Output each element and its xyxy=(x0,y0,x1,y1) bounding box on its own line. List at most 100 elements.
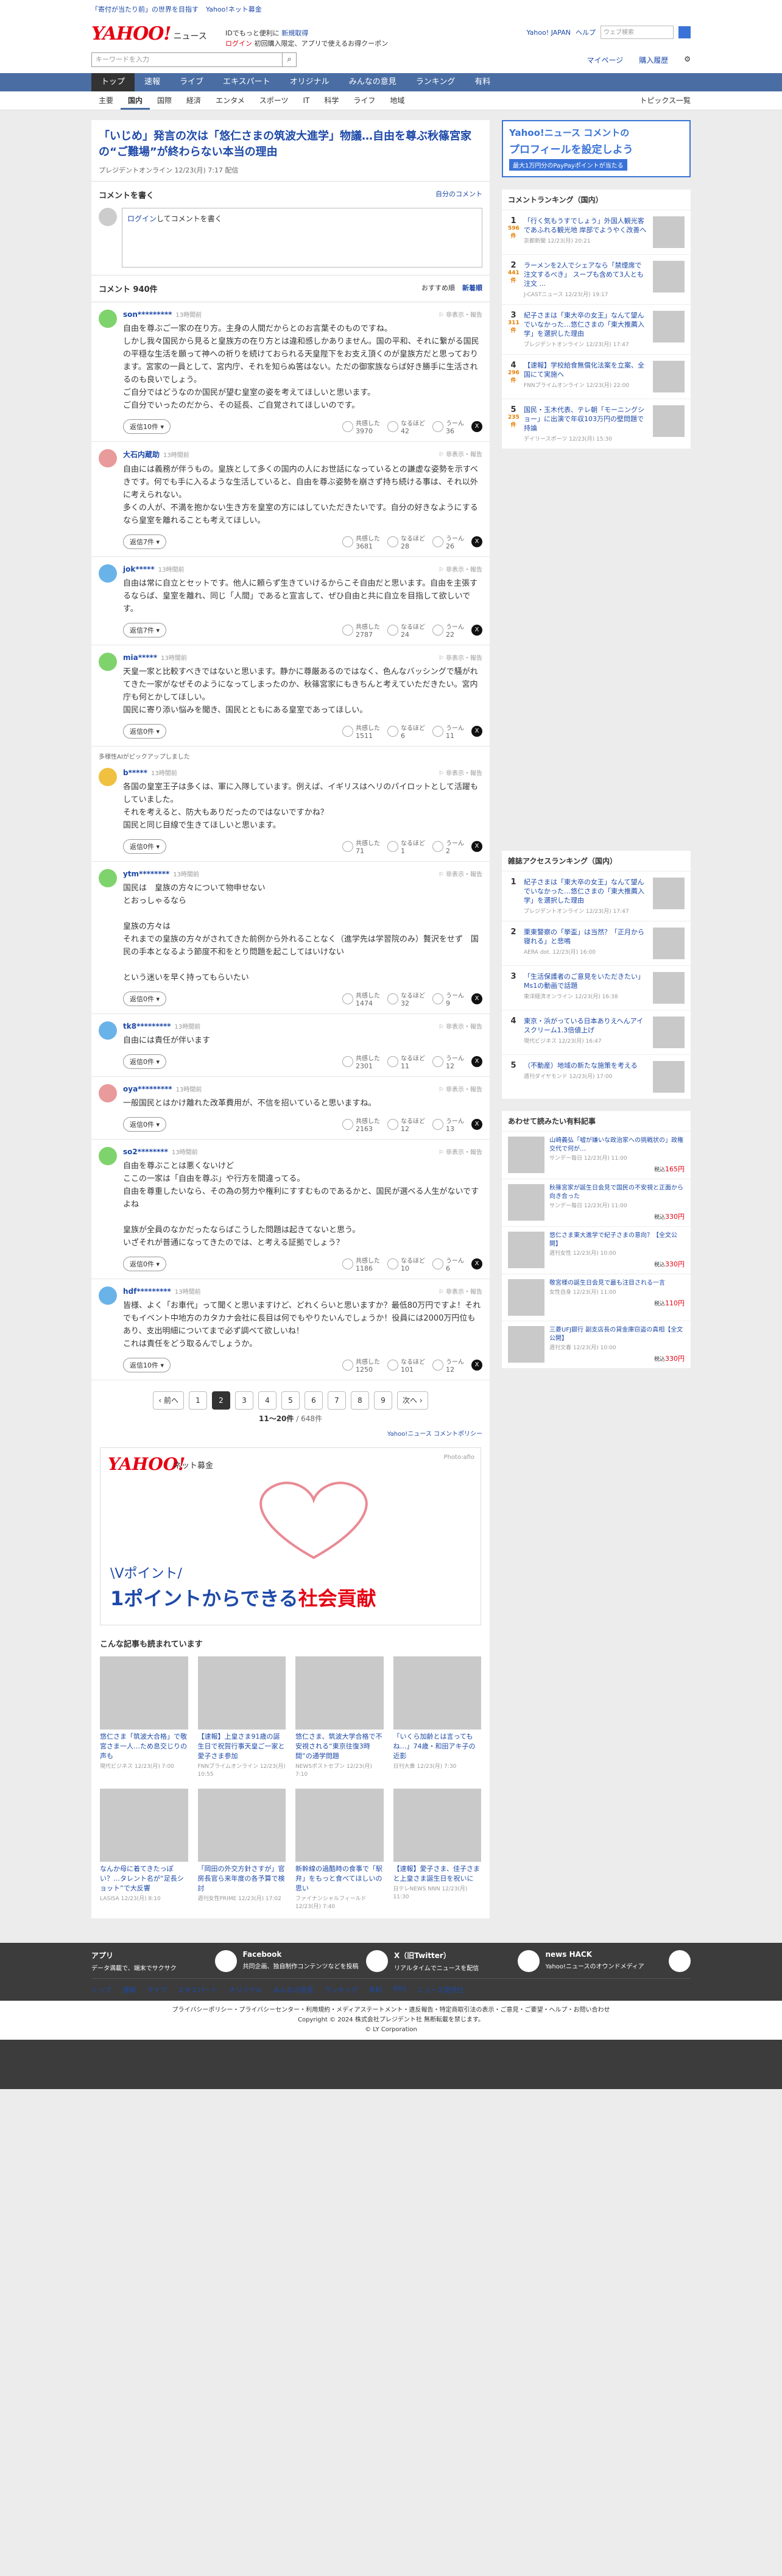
related-title[interactable]: 「岡田の外交方針さすが」官房長官ら来年度の各予算で検討 xyxy=(198,1864,286,1893)
login-link[interactable]: ログイン xyxy=(225,40,252,48)
ranking-item[interactable]: 4 東京・浜がっている日本ありえへんアイスクリーム1.3倍値上げ 現代ビジネス 12… xyxy=(502,1010,691,1054)
reaction-insight[interactable]: なるほど 28 xyxy=(387,533,425,550)
paid-article-item[interactable]: 敬宮様の誕生日会見で最も注目される一言 女性自身 12/23(月) 11:00 税込… xyxy=(502,1274,691,1321)
yahoo-japan-link[interactable]: Yahoo! JAPAN xyxy=(526,29,571,37)
username[interactable]: oya********* xyxy=(123,1085,172,1093)
reply-button[interactable]: 返信7件 ▾ xyxy=(123,623,167,637)
ranking-item[interactable]: 2 441件 ラーメンを2人でシェアなら「禁煙席で注文するべき」 スープも含めて3人… xyxy=(502,254,691,304)
reaction-insight[interactable]: なるほど 6 xyxy=(387,723,425,740)
report-link[interactable]: ⚐ 非表示・報告 xyxy=(439,768,482,777)
article-title[interactable]: 「いじめ」発言の次は「悠仁さまの筑波大進学」物議…自由を尊ぶ秋篠宮家の“ご難場”… xyxy=(99,129,482,160)
footer-cell[interactable]: Facebook 共同企画、独自制作コンテンツなどを投稿 xyxy=(243,1950,388,1972)
related-card[interactable]: なんか母に着てきたっぽい？…タレント名が“足長ショット”で大反響 LASISA 1… xyxy=(100,1789,188,1911)
ranking-item[interactable]: 2 栗東警察の「挙盃」は当然？「正月から寝れる」と悲鳴 AERA dot. 12/2… xyxy=(502,921,691,965)
username[interactable]: ytm******** xyxy=(123,870,169,878)
reply-button[interactable]: 返信0件 ▾ xyxy=(123,1117,167,1132)
report-link[interactable]: ⚐ 非表示・報告 xyxy=(439,1286,482,1296)
related-card[interactable]: 「岡田の外交方針さすが」官房長官ら来年度の各予算で検討 週刊女性PRIME 12/… xyxy=(197,1789,286,1911)
paid-title[interactable]: 山崎義弘「嘘が嫌いな政治家への挑戦状の」政権交代で何が… xyxy=(549,1137,685,1154)
profile-promo[interactable]: Yahoo!ニュース コメントの プロフィールを設定しよう 最大1万円分のPayPa… xyxy=(502,120,691,177)
username[interactable]: b***** xyxy=(123,768,147,777)
related-title[interactable]: 【速報】愛子さま、佳子さまと上皇さま誕生日を祝いに xyxy=(393,1864,482,1884)
category-tab[interactable]: 国内 xyxy=(121,91,150,110)
reaction-insight[interactable]: なるほど 1 xyxy=(387,838,425,855)
x-share-icon[interactable]: X xyxy=(471,841,482,852)
reaction-empathy[interactable]: 共感した 71 xyxy=(342,838,380,855)
category-tab[interactable]: スポーツ xyxy=(252,91,296,110)
reaction-empathy[interactable]: 共感した 2163 xyxy=(342,1116,380,1133)
category-tab[interactable]: 経済 xyxy=(179,91,208,110)
category-tab[interactable]: ライフ xyxy=(346,91,382,110)
search-icon[interactable]: ⌕ xyxy=(283,52,297,67)
rank-title[interactable]: 「生活保護者のご意見をいただきたい」Ms1の動画で話題 xyxy=(524,972,648,990)
gear-icon[interactable]: ⚙ xyxy=(684,55,691,65)
footer-link[interactable]: 有料 xyxy=(368,1985,382,1995)
x-share-icon[interactable]: X xyxy=(471,1119,482,1130)
x-share-icon[interactable]: X xyxy=(471,625,482,636)
ranking-item[interactable]: 5 （不動産）地域の新たな施策を考える 週刊ダイヤモンド 12/23(月) 17:0… xyxy=(502,1054,691,1099)
rank-title[interactable]: 東京・浜がっている日本ありえへんアイスクリーム1.3倍値上げ xyxy=(524,1017,648,1035)
next-page-button[interactable]: 次へ › xyxy=(397,1391,428,1410)
x-share-icon[interactable]: X xyxy=(471,1360,482,1371)
banner-link-1[interactable]: 「寄付が当たり前」の世界を目指す xyxy=(91,4,199,14)
rank-title[interactable]: 紀子さまは「東大卒の女王」なんて望んでいなかった…悠仁さまの「東大推薦入学」を選… xyxy=(524,311,648,338)
username[interactable]: tk8********* xyxy=(123,1022,171,1031)
footer-link[interactable]: みんなの意見 xyxy=(273,1985,314,1995)
footer-link[interactable]: ライブ xyxy=(147,1985,167,1995)
x-share-icon[interactable]: X xyxy=(471,536,482,547)
page-button[interactable]: 6 xyxy=(305,1391,323,1410)
rank-title[interactable]: ラーメンを2人でシェアなら「禁煙席で注文するべき」 スープも含めて3人とも注文 … xyxy=(524,261,648,288)
nav-item[interactable]: ライブ xyxy=(170,73,213,91)
ranking-item[interactable]: 1 紀子さまは「東大卒の女王」なんて望んでいなかった…悠仁さまの「東大推薦入学」を… xyxy=(502,871,691,921)
comment-textarea[interactable]: ログインしてコメントを書く xyxy=(122,208,482,268)
web-search-button[interactable] xyxy=(678,26,691,38)
page-button[interactable]: 8 xyxy=(351,1391,369,1410)
nav-item[interactable]: 速報 xyxy=(135,73,170,91)
related-card[interactable]: 【速報】上皇さま91歳の誕生日で祝賀行事天皇ご一家と愛子さま参加 FNNプライムオ… xyxy=(197,1656,286,1779)
footer-cell[interactable]: X（旧Twitter） リアルタイムでニュースを配信 xyxy=(394,1950,540,1972)
category-tab[interactable]: 主要 xyxy=(91,91,121,110)
report-link[interactable]: ⚐ 非表示・報告 xyxy=(439,869,482,878)
reply-button[interactable]: 返信0件 ▾ xyxy=(123,839,167,854)
reply-button[interactable]: 返信0件 ▾ xyxy=(123,724,167,739)
footer-link[interactable]: トップ xyxy=(91,1985,111,1995)
username[interactable]: son********* xyxy=(123,310,172,319)
ranking-item[interactable]: 4 296件 【速報】学校給食無償化法案を立案、全国にて実施へ FNNプライムオンライ… xyxy=(502,354,691,399)
ranking-item[interactable]: 3 311件 紀子さまは「東大卒の女王」なんて望んでいなかった…悠仁さまの「東大推薦… xyxy=(502,304,691,354)
reaction-empathy[interactable]: 共感した 1511 xyxy=(342,723,380,740)
reaction-insight[interactable]: なるほど 101 xyxy=(387,1357,425,1374)
nav-item[interactable]: みんなの意見 xyxy=(339,73,406,91)
signup-link[interactable]: 新規取得 xyxy=(281,29,308,37)
mypage-link[interactable]: マイページ xyxy=(586,55,623,65)
paid-title[interactable]: 秋篠宮家が誕生日会見で国民の不安視と正面から向き合った xyxy=(549,1184,685,1201)
category-tab[interactable]: エンタメ xyxy=(208,91,252,110)
page-button[interactable]: 3 xyxy=(235,1391,253,1410)
reaction-hmm[interactable]: うーん 12 xyxy=(432,1357,464,1374)
reaction-hmm[interactable]: うーん 26 xyxy=(432,533,464,550)
reaction-hmm[interactable]: うーん 2 xyxy=(432,838,464,855)
reaction-hmm[interactable]: うーん 13 xyxy=(432,1116,464,1133)
footer-link[interactable]: RSS xyxy=(393,1985,406,1995)
reaction-empathy[interactable]: 共感した 3681 xyxy=(342,533,380,550)
prev-page-button[interactable]: ‹ 前へ xyxy=(153,1391,184,1410)
reply-button[interactable]: 返信7件 ▾ xyxy=(123,534,167,549)
x-share-icon[interactable]: X xyxy=(471,726,482,737)
reply-button[interactable]: 返信10件 ▾ xyxy=(123,419,171,434)
reply-button[interactable]: 返信10件 ▾ xyxy=(123,1358,171,1372)
paid-title[interactable]: 三菱UFJ銀行 副支店長の貸金庫窃盗の真相【全文公開】 xyxy=(549,1326,685,1343)
paid-article-item[interactable]: 悠仁さま東大進学で紀子さまの意向？【全文公開】 週刊女性 12/23(月) 10:… xyxy=(502,1226,691,1274)
nav-item[interactable]: オリジナル xyxy=(280,73,339,91)
related-title[interactable]: 悠仁さま「筑波大合格」で敬宮さま一人…ため息交じりの声も xyxy=(100,1732,188,1761)
help-link[interactable]: ヘルプ xyxy=(576,27,596,37)
related-title[interactable]: 「いくら加齢とは言ってもね…」74歳・和田アキ子の近影 xyxy=(393,1732,482,1761)
paid-title[interactable]: 悠仁さま東大進学で紀子さまの意向？【全文公開】 xyxy=(549,1232,685,1249)
page-button[interactable]: 4 xyxy=(258,1391,277,1410)
report-link[interactable]: ⚐ 非表示・報告 xyxy=(439,1084,482,1093)
rank-title[interactable]: （不動産）地域の新たな施策を考える xyxy=(524,1061,648,1070)
page-button[interactable]: 2 xyxy=(212,1391,230,1410)
donation-ad[interactable]: YAHOO! ネット募金 Photo:afio \Vポイント/ 1ポイントからで… xyxy=(100,1447,481,1625)
paid-title[interactable]: 敬宮様の誕生日会見で最も注目される一言 xyxy=(549,1279,685,1288)
reaction-hmm[interactable]: うーん 12 xyxy=(432,1053,464,1070)
nav-item[interactable]: トップ xyxy=(91,73,135,91)
reply-button[interactable]: 返信0件 ▾ xyxy=(123,992,167,1006)
